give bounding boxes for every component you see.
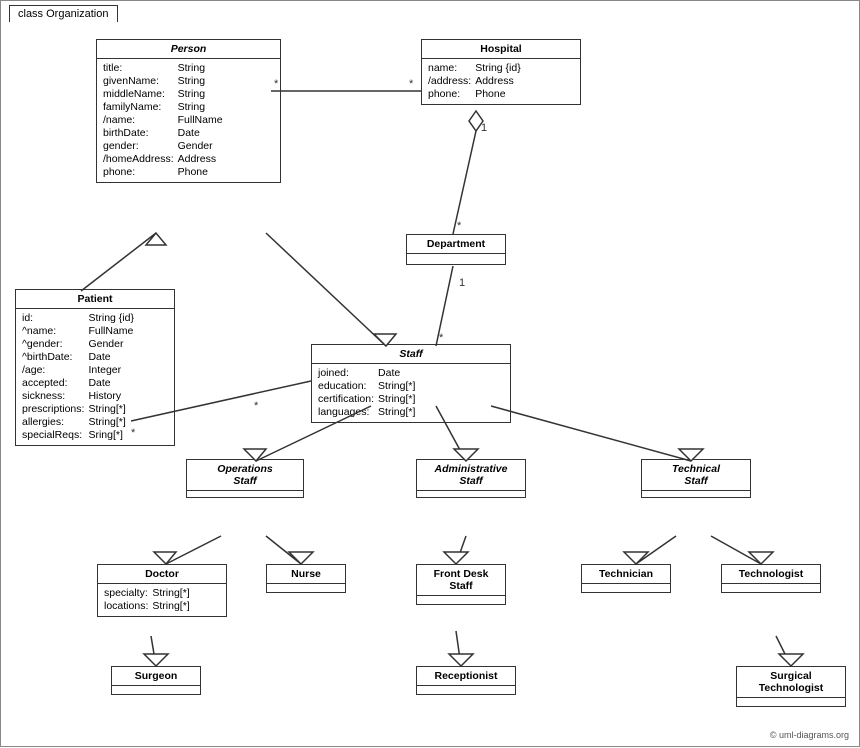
- admin-staff-class-name: AdministrativeStaff: [417, 460, 525, 491]
- technologist-class: Technologist: [721, 564, 821, 593]
- hospital-class-name: Hospital: [422, 40, 580, 59]
- technician-class-name: Technician: [582, 565, 670, 584]
- surgeon-class-name: Surgeon: [112, 667, 200, 686]
- diagram-title: class Organization: [9, 5, 118, 22]
- nurse-class-name: Nurse: [267, 565, 345, 584]
- technical-staff-class: TechnicalStaff: [641, 459, 751, 498]
- technician-class-body: [582, 584, 670, 592]
- svg-text:*: *: [439, 332, 444, 344]
- surgical-technologist-class-body: [737, 698, 845, 706]
- patient-class-body: id:String {id} ^name:FullName ^gender:Ge…: [16, 309, 174, 445]
- operations-staff-class-name: OperationsStaff: [187, 460, 303, 491]
- receptionist-class-name: Receptionist: [417, 667, 515, 686]
- operations-staff-class: OperationsStaff: [186, 459, 304, 498]
- svg-text:1: 1: [481, 122, 487, 134]
- department-class-body: [407, 254, 505, 264]
- diagram-container: class Organization * * 1 * 1 *: [0, 0, 860, 747]
- doctor-class-name: Doctor: [98, 565, 226, 584]
- admin-staff-class: AdministrativeStaff: [416, 459, 526, 498]
- department-class-name: Department: [407, 235, 505, 254]
- nurse-class: Nurse: [266, 564, 346, 593]
- hospital-class: Hospital name:String {id} /address:Addre…: [421, 39, 581, 105]
- copyright: © uml-diagrams.org: [770, 730, 849, 740]
- technical-staff-class-body: [642, 491, 750, 497]
- patient-class: Patient id:String {id} ^name:FullName ^g…: [15, 289, 175, 446]
- technologist-class-name: Technologist: [722, 565, 820, 584]
- svg-text:*: *: [457, 220, 462, 232]
- admin-staff-class-body: [417, 491, 525, 497]
- department-class: Department: [406, 234, 506, 265]
- technologist-class-body: [722, 584, 820, 592]
- svg-text:*: *: [409, 78, 414, 90]
- surgeon-class-body: [112, 686, 200, 694]
- staff-class-name: Staff: [312, 345, 510, 364]
- receptionist-class: Receptionist: [416, 666, 516, 695]
- patient-class-name: Patient: [16, 290, 174, 309]
- front-desk-class-body: [417, 596, 505, 604]
- operations-staff-class-body: [187, 491, 303, 497]
- person-class-body: title:String givenName:String middleName…: [97, 59, 280, 182]
- svg-text:*: *: [254, 400, 259, 412]
- nurse-class-body: [267, 584, 345, 592]
- person-class-name: Person: [97, 40, 280, 59]
- front-desk-class: Front DeskStaff: [416, 564, 506, 605]
- doctor-class-body: specialty:String[*] locations:String[*]: [98, 584, 226, 616]
- doctor-class: Doctor specialty:String[*] locations:Str…: [97, 564, 227, 617]
- svg-text:1: 1: [459, 277, 465, 289]
- staff-class-body: joined:Date education:String[*] certific…: [312, 364, 510, 422]
- technician-class: Technician: [581, 564, 671, 593]
- front-desk-class-name: Front DeskStaff: [417, 565, 505, 596]
- staff-class: Staff joined:Date education:String[*] ce…: [311, 344, 511, 423]
- receptionist-class-body: [417, 686, 515, 694]
- surgeon-class: Surgeon: [111, 666, 201, 695]
- technical-staff-class-name: TechnicalStaff: [642, 460, 750, 491]
- surgical-technologist-class-name: SurgicalTechnologist: [737, 667, 845, 698]
- hospital-class-body: name:String {id} /address:Address phone:…: [422, 59, 580, 104]
- surgical-technologist-class: SurgicalTechnologist: [736, 666, 846, 707]
- person-class: Person title:String givenName:String mid…: [96, 39, 281, 183]
